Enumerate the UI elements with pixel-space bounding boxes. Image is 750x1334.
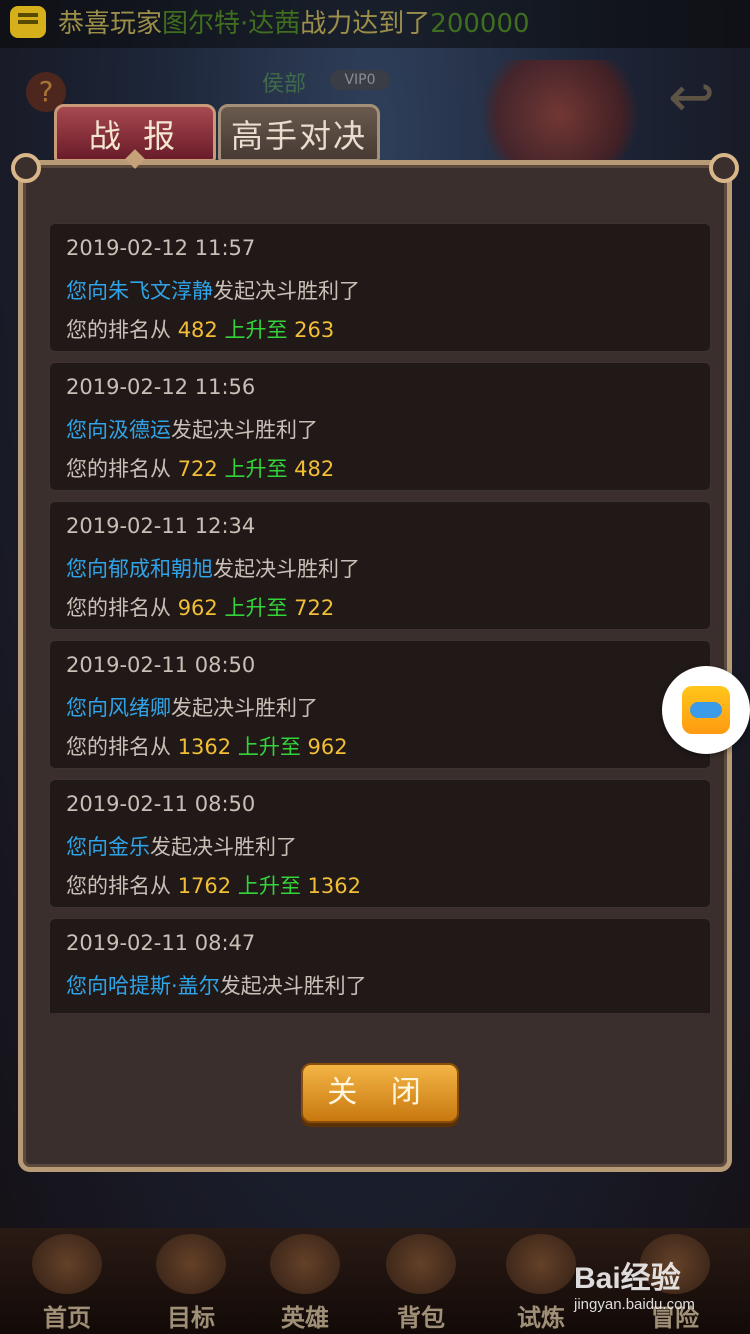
report-result-text: 发起决斗胜利了: [213, 279, 360, 303]
report-prefix: 您向: [66, 835, 108, 859]
background-character: [470, 60, 650, 170]
rank-label: 您的排名从: [66, 735, 171, 759]
watermark-brand: Bai经验: [574, 1262, 681, 1295]
rank-label: 您的排名从: [66, 457, 171, 481]
report-prefix: 您向: [66, 418, 108, 442]
report-prefix: 您向: [66, 279, 108, 303]
nav-backpack[interactable]: 背包: [366, 1230, 476, 1332]
opponent-name: 汲德运: [108, 418, 171, 442]
rank-from: 482: [177, 318, 218, 342]
nav-label: 目标: [167, 1304, 215, 1332]
rank-to: 722: [294, 596, 335, 620]
back-arrow-icon: ↩: [668, 65, 715, 130]
battle-report-panel: 2019-02-12 11:57 您向朱飞文淳静发起决斗胜利了 您的排名从 48…: [11, 153, 739, 1172]
report-result-text: 发起决斗胜利了: [150, 835, 297, 859]
report-result-text: 发起决斗胜利了: [171, 696, 318, 720]
floating-game-icon[interactable]: [662, 666, 750, 754]
report-result: 您向朱飞文淳静发起决斗胜利了: [66, 275, 360, 305]
opponent-name: 朱飞文淳静: [108, 279, 213, 303]
rank-change-text: 上升至: [224, 596, 288, 620]
rank-change: 您的排名从 962 上升至 722: [66, 592, 334, 622]
report-result-text: 发起决斗胜利了: [171, 418, 318, 442]
list-item: 2019-02-11 08:50 您向金乐发起决斗胜利了 您的排名从 1762 …: [49, 779, 711, 908]
rank-change: 您的排名从 1762 上升至 1362: [66, 870, 361, 900]
report-date: 2019-02-12 11:56: [66, 375, 256, 399]
panel-corner-ornament: [11, 153, 41, 183]
rank-to: 482: [294, 457, 335, 481]
list-item: 2019-02-11 08:47 您向哈提斯·盖尔发起决斗胜利了: [49, 918, 711, 1013]
opponent-name: 风绪卿: [108, 696, 171, 720]
rank-to: 263: [294, 318, 335, 342]
background-player-name: 侯部: [262, 72, 307, 97]
gamepad-icon: [682, 686, 730, 734]
rank-change-text: 上升至: [237, 735, 301, 759]
report-result-text: 发起决斗胜利了: [213, 557, 360, 581]
rank-to: 1362: [307, 874, 361, 898]
report-result: 您向风绪卿发起决斗胜利了: [66, 692, 318, 722]
report-result: 您向郁成和朝旭发起决斗胜利了: [66, 553, 360, 583]
baidu-watermark: Bai经验 jingyan.baidu.com: [574, 1262, 744, 1322]
hero-icon: [270, 1234, 340, 1294]
rank-change: 您的排名从 1362 上升至 962: [66, 731, 348, 761]
report-date: 2019-02-11 08:50: [66, 792, 256, 816]
close-button[interactable]: 关 闭: [301, 1063, 459, 1123]
report-date: 2019-02-11 08:50: [66, 653, 256, 677]
trial-icon: [506, 1234, 576, 1294]
rank-from: 1762: [177, 874, 232, 898]
announcement-prefix: 恭喜玩家: [58, 9, 163, 39]
report-result: 您向汲德运发起决斗胜利了: [66, 414, 318, 444]
report-prefix: 您向: [66, 974, 108, 998]
nav-label: 首页: [43, 1304, 91, 1332]
report-date: 2019-02-12 11:57: [66, 236, 256, 260]
report-date: 2019-02-11 12:34: [66, 514, 256, 538]
rank-to: 962: [307, 735, 348, 759]
opponent-name: 郁成和朝旭: [108, 557, 213, 581]
report-date: 2019-02-11 08:47: [66, 931, 256, 955]
crown-icon: [156, 1234, 226, 1294]
opponent-name: 哈提斯·盖尔: [108, 974, 220, 998]
rank-change: 您的排名从 482 上升至 263: [66, 314, 334, 344]
chat-bubble-icon: [10, 6, 46, 38]
battle-report-list[interactable]: 2019-02-12 11:57 您向朱飞文淳静发起决斗胜利了 您的排名从 48…: [49, 223, 711, 1013]
report-prefix: 您向: [66, 696, 108, 720]
nav-home[interactable]: 首页: [12, 1230, 122, 1332]
list-item: 2019-02-11 12:34 您向郁成和朝旭发起决斗胜利了 您的排名从 96…: [49, 501, 711, 630]
announcement-text: 恭喜玩家图尔特·达茜战力达到了200000: [58, 6, 530, 42]
rank-from: 1362: [177, 735, 232, 759]
panel-corner-ornament: [709, 153, 739, 183]
tab-master-duel[interactable]: 高手对决: [218, 104, 380, 162]
nav-label: 英雄: [281, 1304, 329, 1332]
rank-change-text: 上升至: [224, 318, 288, 342]
opponent-name: 金乐: [108, 835, 150, 859]
list-item: 2019-02-12 11:56 您向汲德运发起决斗胜利了 您的排名从 722 …: [49, 362, 711, 491]
report-result: 您向金乐发起决斗胜利了: [66, 831, 297, 861]
announcement-middle: 战力达到了: [300, 9, 431, 39]
nav-goals[interactable]: 目标: [136, 1230, 246, 1332]
watermark-url: jingyan.baidu.com: [574, 1296, 695, 1313]
nav-heroes[interactable]: 英雄: [250, 1230, 360, 1332]
rank-label: 您的排名从: [66, 874, 171, 898]
rank-from: 722: [177, 457, 218, 481]
rank-label: 您的排名从: [66, 596, 171, 620]
announcement-bar: 恭喜玩家图尔特·达茜战力达到了200000: [0, 0, 750, 48]
report-prefix: 您向: [66, 557, 108, 581]
background-vip-badge: VIP0: [330, 70, 390, 90]
report-result-text: 发起决斗胜利了: [219, 974, 367, 998]
announcement-player: 图尔特·达茜: [162, 9, 301, 39]
list-item: 2019-02-12 11:57 您向朱飞文淳静发起决斗胜利了 您的排名从 48…: [49, 223, 711, 352]
nav-label: 背包: [397, 1304, 445, 1332]
rank-change: 您的排名从 722 上升至 482: [66, 453, 334, 483]
rank-change-text: 上升至: [237, 874, 301, 898]
announcement-value: 200000: [430, 9, 530, 39]
home-icon: [32, 1234, 102, 1294]
list-item: 2019-02-11 08:50 您向风绪卿发起决斗胜利了 您的排名从 1362…: [49, 640, 711, 769]
backpack-icon: [386, 1234, 456, 1294]
rank-change-text: 上升至: [224, 457, 288, 481]
report-result: 您向哈提斯·盖尔发起决斗胜利了: [66, 970, 367, 1000]
rank-label: 您的排名从: [66, 318, 171, 342]
rank-from: 962: [177, 596, 218, 620]
